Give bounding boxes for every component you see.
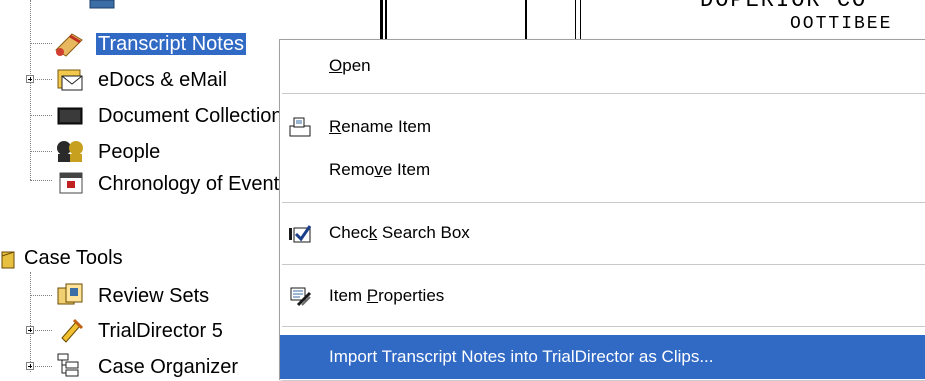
calendar-icon xyxy=(59,172,83,194)
accelerator-key: O xyxy=(329,56,343,75)
tree-connector xyxy=(30,151,52,152)
menu-item-properties[interactable]: Item Properties xyxy=(280,276,925,316)
tree-connector xyxy=(30,180,52,181)
menu-item-import-clips[interactable]: Import Transcript Notes into TrialDirect… xyxy=(280,335,925,379)
rename-icon xyxy=(289,117,311,137)
pane-divider xyxy=(380,0,383,40)
menu-item-label: Open xyxy=(329,46,371,86)
tree-item-label: Transcript Notes xyxy=(96,33,246,55)
tree-item-transcript-notes[interactable]: Transcript Notes xyxy=(96,30,246,58)
partial-document-text: OOTTIBEE xyxy=(790,14,893,34)
label-part: Item xyxy=(329,286,367,305)
menu-item-check-search-box[interactable]: Check Search Box xyxy=(280,213,925,253)
people-icon xyxy=(57,141,83,162)
tree-connector xyxy=(30,0,31,180)
folder-icon xyxy=(89,0,115,9)
partial-document-text: DOPERIOR CO xyxy=(700,0,868,13)
tree-item-label: Chronology of Events xyxy=(98,173,290,195)
tree-connector xyxy=(30,115,52,116)
menu-item-label: Rename Item xyxy=(329,107,431,147)
review-sets-icon xyxy=(57,283,83,305)
expand-toggle[interactable] xyxy=(26,326,34,334)
background-document-pane: DOPERIOR CO OOTTIBEE xyxy=(380,0,925,40)
tree-item-case-tools[interactable]: Case Tools xyxy=(22,244,125,272)
edocs-email-icon xyxy=(57,69,83,91)
menu-item-label: Import Transcript Notes into TrialDirect… xyxy=(329,347,714,366)
menu-item-label: Check Search Box xyxy=(329,213,470,253)
trialdirector-icon xyxy=(61,318,84,343)
tree-item-label: eDocs & eMail xyxy=(98,69,227,91)
label-part: pen xyxy=(342,56,371,75)
tree-item-people[interactable]: People xyxy=(96,138,162,166)
expand-toggle[interactable] xyxy=(26,362,34,370)
tree-connector xyxy=(30,295,52,296)
expand-toggle[interactable] xyxy=(26,75,34,83)
tree-item-label: Document Collections xyxy=(98,105,293,127)
tree-item-label: TrialDirector 5 xyxy=(98,320,223,342)
properties-icon xyxy=(290,287,312,307)
checkbox-icon xyxy=(289,225,312,243)
folder-open-icon xyxy=(1,251,15,269)
menu-separator xyxy=(282,202,925,203)
tree-connector xyxy=(30,272,31,372)
accelerator-key: v xyxy=(374,160,383,179)
tree-item-label: People xyxy=(98,141,161,163)
tree-item-chronology[interactable]: Chronology of Events xyxy=(96,170,291,198)
tree-item-edocs-email[interactable]: eDocs & eMail xyxy=(96,66,229,94)
tree-item-case-organizer[interactable]: Case Organizer xyxy=(96,353,240,381)
label-part: Remo xyxy=(329,160,375,179)
accelerator-key: k xyxy=(368,223,378,242)
pane-divider xyxy=(525,0,527,40)
label-part: Chec xyxy=(329,223,369,242)
pane-divider xyxy=(580,0,581,40)
menu-item-open[interactable]: Open xyxy=(280,46,925,86)
menu-item-rename[interactable]: Rename Item xyxy=(280,107,925,147)
pane-divider xyxy=(575,0,576,40)
tree-item-label: Case Organizer xyxy=(98,356,239,378)
tree-item-trialdirector[interactable]: TrialDirector 5 xyxy=(96,317,225,345)
tree-item-document-collections[interactable]: Document Collections xyxy=(96,102,295,130)
menu-item-remove[interactable]: Remove Item xyxy=(280,150,925,190)
accelerator-key: R xyxy=(329,117,342,136)
case-tree: Transcript Notes eDocs & eMail Document … xyxy=(0,0,300,379)
document-collection-icon xyxy=(57,107,83,125)
label-part: ename Item xyxy=(341,117,432,136)
menu-separator xyxy=(282,264,925,265)
menu-separator xyxy=(282,326,925,327)
tree-item-label: Review Sets xyxy=(98,285,210,307)
transcript-notes-icon xyxy=(55,33,83,57)
menu-item-label: Item Properties xyxy=(329,276,444,316)
menu-separator xyxy=(282,93,925,94)
tree-connector xyxy=(30,43,52,44)
label-part: roperties xyxy=(378,286,445,305)
accelerator-key: P xyxy=(366,286,379,305)
menu-item-label: Remove Item xyxy=(329,150,430,190)
label-part: Search Box xyxy=(377,223,470,242)
case-organizer-icon xyxy=(57,353,79,377)
context-menu: Open Rename Item Remove Item Check Searc… xyxy=(279,39,925,380)
pane-divider xyxy=(385,0,387,40)
tree-item-review-sets[interactable]: Review Sets xyxy=(96,282,211,310)
tree-item-label: Case Tools xyxy=(24,247,123,269)
label-part: e Item xyxy=(382,160,431,179)
